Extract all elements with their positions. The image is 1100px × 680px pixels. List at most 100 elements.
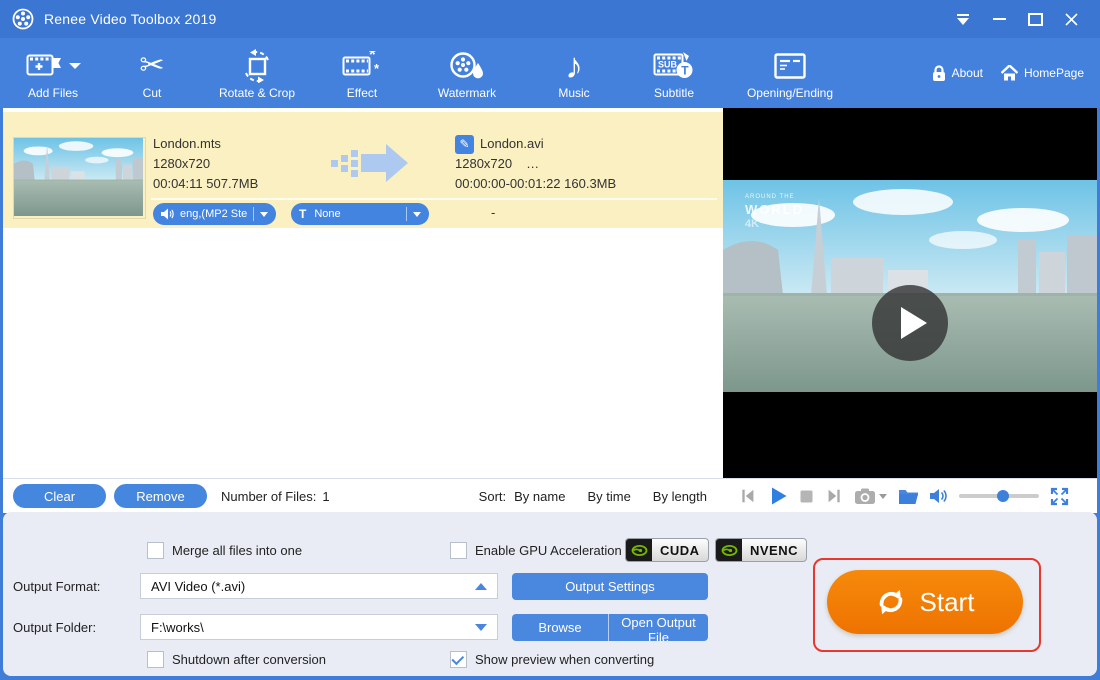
main-content: London.mts 1280x720 00:04:11 507.7MB ✎ L… [3, 108, 1097, 478]
homepage-button[interactable]: HomePage [1001, 65, 1084, 81]
output-format-dropdown[interactable]: AVI Video (*.avi) [140, 573, 498, 599]
row-divider [151, 198, 717, 200]
nvidia-logo-icon [716, 539, 742, 561]
output-folder-label: Output Folder: [13, 620, 96, 635]
clear-button[interactable]: Clear [13, 484, 106, 508]
merge-files-checkbox[interactable]: Merge all files into one [147, 542, 302, 559]
output-format-label: Output Format: [13, 579, 100, 594]
output-settings-button[interactable]: Output Settings [512, 573, 708, 600]
sort-by-name[interactable]: By name [514, 489, 565, 504]
volume-button[interactable] [930, 488, 948, 504]
file-count-value: 1 [322, 489, 329, 504]
output-folder-value: F:\works\ [151, 620, 204, 635]
nvidia-logo-icon [626, 539, 652, 561]
fullscreen-button[interactable] [1050, 487, 1069, 506]
svg-text:T: T [681, 63, 689, 77]
opening-ending-icon [774, 52, 806, 80]
cuda-badge: CUDA [625, 538, 709, 562]
about-button[interactable]: About [932, 65, 983, 82]
stop-icon [799, 489, 814, 504]
volume-icon [930, 488, 948, 504]
file-count-label: Number of Files: [221, 489, 316, 504]
browse-button[interactable]: Browse [512, 614, 609, 641]
target-subtitle-placeholder: - [491, 205, 495, 220]
close-button[interactable] [1056, 6, 1086, 32]
add-files-icon [26, 52, 64, 80]
snapshot-button[interactable] [854, 487, 887, 505]
title-bar: Renee Video Toolbox 2019 [0, 0, 1100, 38]
cut-button[interactable]: ✂ Cut [106, 38, 198, 108]
subtitle-track-dropdown[interactable]: T None [291, 203, 429, 225]
effect-button[interactable]: * * Effect [316, 38, 408, 108]
skip-next-button[interactable] [825, 487, 843, 505]
add-files-caret-icon [69, 63, 81, 69]
checkbox-unchecked-icon[interactable] [450, 542, 467, 559]
start-button[interactable]: Start [827, 570, 1023, 634]
checkbox-checked-icon[interactable] [450, 651, 467, 668]
play-icon [768, 486, 788, 506]
skip-back-button[interactable] [739, 487, 757, 505]
audio-track-dropdown[interactable]: eng,(MP2 Ste [153, 203, 276, 225]
chevron-down-icon [475, 624, 487, 631]
remove-button[interactable]: Remove [114, 484, 207, 508]
subtitle-icon: SUB T [653, 50, 695, 82]
menu-caret-button[interactable] [948, 6, 978, 32]
music-icon: ♪ [565, 51, 583, 81]
convert-arrow-icon [331, 144, 408, 182]
about-label: About [952, 66, 983, 80]
edit-icon[interactable]: ✎ [455, 135, 474, 154]
show-preview-label: Show preview when converting [475, 652, 654, 667]
volume-slider[interactable] [959, 494, 1039, 498]
checkbox-unchecked-icon[interactable] [147, 542, 164, 559]
play-overlay-icon [901, 307, 927, 339]
file-row[interactable]: London.mts 1280x720 00:04:11 507.7MB ✎ L… [3, 112, 723, 228]
play-button[interactable] [768, 486, 788, 506]
minimize-button[interactable] [984, 6, 1014, 32]
show-preview-checkbox[interactable]: Show preview when converting [450, 651, 654, 668]
play-overlay-button[interactable] [872, 285, 948, 361]
sort-label: Sort: [479, 489, 506, 504]
maximize-icon [1028, 13, 1043, 26]
source-resolution: 1280x720 [153, 154, 258, 174]
start-label: Start [920, 587, 975, 618]
skip-next-icon [825, 487, 843, 505]
stop-button[interactable] [799, 489, 814, 504]
chevron-down-icon [957, 18, 969, 25]
open-folder-button[interactable] [898, 488, 919, 505]
app-logo-icon [12, 8, 34, 30]
shutdown-checkbox[interactable]: Shutdown after conversion [147, 651, 326, 668]
output-folder-dropdown[interactable]: F:\works\ [140, 614, 498, 640]
home-icon [1001, 65, 1018, 81]
target-name: London.avi [480, 134, 544, 154]
subtitle-caret-icon [413, 212, 421, 217]
subtitle-button[interactable]: SUB T Subtitle [622, 38, 726, 108]
target-info: ✎ London.avi 1280x720 … 00:00:00-00:01:2… [455, 134, 616, 194]
check-icon [451, 652, 464, 665]
output-format-value: AVI Video (*.avi) [151, 579, 245, 594]
subtitle-track-value: None [314, 208, 340, 220]
volume-thumb[interactable] [997, 490, 1009, 502]
checkbox-unchecked-icon[interactable] [147, 651, 164, 668]
watermark-icon [449, 50, 485, 82]
sort-by-length[interactable]: By length [653, 489, 707, 504]
add-files-button[interactable]: Add Files [0, 38, 106, 108]
open-output-file-button[interactable]: Open Output File [609, 614, 708, 641]
opening-ending-button[interactable]: Opening/Ending [726, 38, 854, 108]
audio-track-value: eng,(MP2 Ste [180, 208, 247, 220]
lock-icon [932, 65, 946, 82]
gpu-acceleration-checkbox[interactable]: Enable GPU Acceleration [450, 542, 622, 559]
camera-icon [854, 487, 876, 505]
gpu-acceleration-label: Enable GPU Acceleration [475, 543, 622, 558]
file-list: London.mts 1280x720 00:04:11 507.7MB ✎ L… [3, 108, 723, 478]
target-more-button[interactable]: … [526, 154, 539, 174]
player-controls [723, 486, 1097, 506]
sort-by-time[interactable]: By time [587, 489, 630, 504]
homepage-label: HomePage [1024, 66, 1084, 80]
rotate-crop-button[interactable]: Rotate & Crop [198, 38, 316, 108]
watermark-button[interactable]: Watermark [408, 38, 526, 108]
svg-text:SUB: SUB [658, 59, 678, 69]
music-button[interactable]: ♪ Music [526, 38, 622, 108]
maximize-button[interactable] [1020, 6, 1050, 32]
footer-bar: Clear Remove Number of Files: 1 Sort: By… [3, 478, 1097, 513]
source-name: London.mts [153, 134, 258, 154]
